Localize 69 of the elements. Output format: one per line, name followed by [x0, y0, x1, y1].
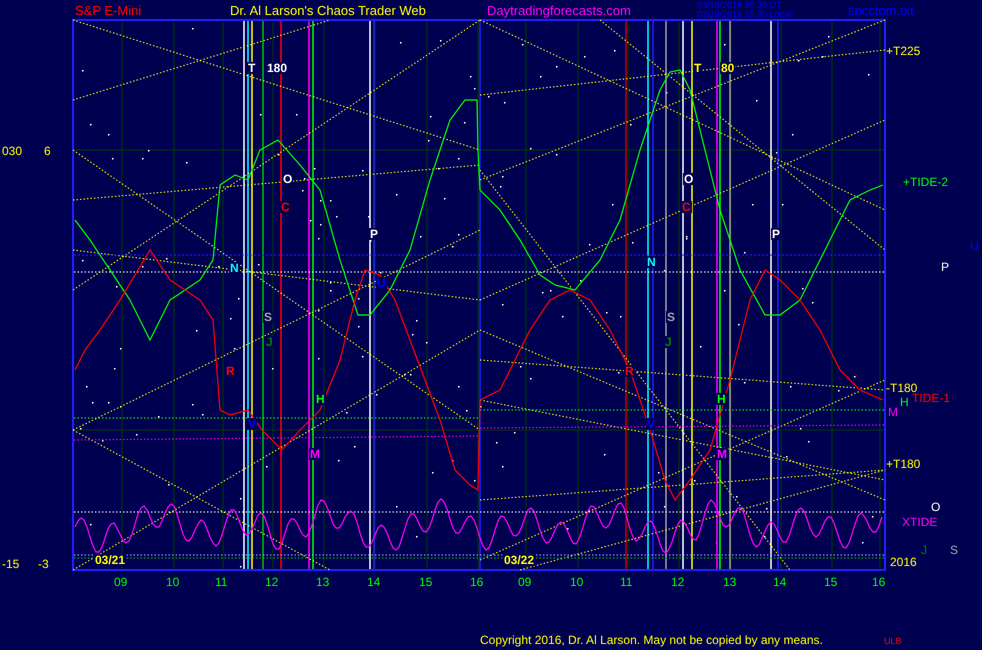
- hour-label: 14: [773, 576, 786, 588]
- planet-marker: J: [664, 336, 673, 348]
- chart-title: Dr. Al Larson's Chaos Trader Web: [230, 4, 426, 17]
- timestamp: 03/19/2016 20:20 UT: [697, 1, 782, 10]
- series-label: S: [950, 544, 958, 556]
- series-label: -T180: [886, 382, 918, 394]
- planet-marker: C: [681, 201, 692, 213]
- series-label: U: [970, 240, 979, 252]
- hour-label: 10: [570, 576, 584, 588]
- hour-label: 13: [723, 576, 736, 588]
- file-name: spcctom.txt: [848, 4, 914, 17]
- series-label: P: [941, 261, 950, 273]
- planet-marker: 180: [266, 62, 288, 74]
- planet-marker: P: [771, 228, 782, 240]
- series-label: TIDE-1: [912, 392, 950, 404]
- planet-marker: V: [646, 418, 656, 430]
- axis-label: -15: [2, 558, 20, 570]
- series-label: J: [921, 544, 927, 556]
- planet-marker: 80: [720, 62, 736, 74]
- series-label: +TIDE-2: [903, 176, 948, 188]
- hour-label: 12: [671, 576, 684, 588]
- instrument-name: S&P E-Mini: [75, 4, 142, 17]
- mark-label: ULB: [884, 637, 902, 646]
- series-label: 2016: [890, 556, 917, 568]
- series-label: H: [900, 396, 909, 408]
- axis-label: 6: [44, 145, 51, 157]
- planet-marker: V: [247, 418, 258, 430]
- hour-label: 11: [620, 576, 632, 588]
- hour-label: 16: [872, 576, 886, 588]
- planet-marker: C: [280, 201, 291, 213]
- timestamp: 03/19/2016 15:20 Local: [697, 10, 792, 19]
- planet-marker: S: [666, 311, 676, 323]
- hour-label: 11: [215, 576, 228, 588]
- date-label: 03/21: [94, 554, 126, 566]
- hour-label: 09: [114, 576, 128, 588]
- hour-label: 15: [419, 576, 432, 588]
- copyright-notice: Copyright 2016, Dr. Al Larson. May not be copied by any means.: [480, 634, 823, 646]
- planet-marker: R: [225, 365, 236, 377]
- hour-label: 13: [316, 576, 330, 588]
- series-label: XTIDE: [902, 516, 938, 528]
- planet-marker: H: [716, 393, 727, 405]
- planet-marker: J: [265, 336, 274, 348]
- series-label: O: [931, 501, 940, 513]
- series-label: +T225: [886, 45, 920, 57]
- planet-marker: O: [683, 173, 694, 185]
- date-label: 03/22: [503, 554, 536, 566]
- planet-marker: H: [315, 393, 326, 405]
- hour-label: 14: [367, 576, 380, 588]
- planet-marker: M: [309, 448, 321, 460]
- axis-label: 030: [2, 145, 22, 157]
- hour-label: 12: [265, 576, 278, 588]
- axis-label: -3: [38, 558, 49, 570]
- planet-marker: N: [229, 262, 240, 274]
- series-label: M: [888, 406, 898, 418]
- hour-label: 10: [166, 576, 180, 588]
- planet-marker: T: [693, 62, 702, 74]
- planet-marker: M: [716, 448, 728, 460]
- planet-marker: P: [369, 228, 380, 240]
- planet-marker: O: [282, 173, 294, 185]
- planet-marker: R: [624, 365, 635, 377]
- hour-label: 09: [518, 576, 532, 588]
- planet-marker: T: [247, 62, 256, 74]
- planet-marker: U: [376, 277, 387, 289]
- hour-label: 16: [470, 576, 484, 588]
- site-link[interactable]: Daytradingforecasts.com: [487, 4, 631, 17]
- hour-label: 15: [824, 576, 838, 588]
- series-label: +T180: [886, 458, 920, 470]
- planet-marker: N: [646, 256, 657, 268]
- planet-marker: S: [263, 311, 274, 323]
